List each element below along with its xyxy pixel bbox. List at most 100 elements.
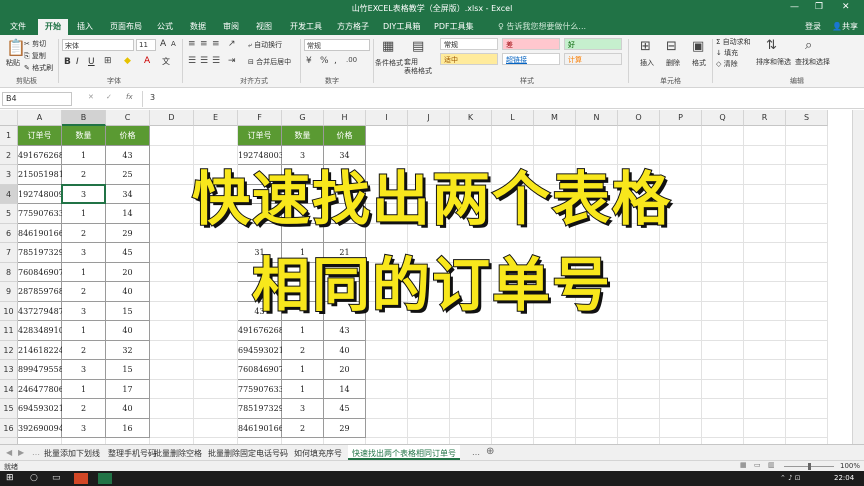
grid-cell[interactable] (150, 184, 194, 204)
grid-cell[interactable] (534, 145, 576, 165)
row-header[interactable]: 14 (0, 379, 18, 399)
table-data-cell[interactable]: 43 (324, 321, 366, 341)
table-data-cell[interactable] (324, 165, 366, 185)
grid-cell[interactable] (534, 184, 576, 204)
table-header-cell[interactable]: 订单号 (238, 126, 282, 146)
grid-cell[interactable] (450, 360, 492, 380)
format-cells-icon[interactable]: ▣ (692, 39, 704, 54)
grid-cell[interactable] (744, 340, 786, 360)
table-data-cell[interactable]: 3 (62, 418, 106, 438)
align-top-icon[interactable]: ≡ (188, 39, 196, 49)
grid-cell[interactable] (150, 204, 194, 224)
grid-cell[interactable] (150, 360, 194, 380)
grid-cell[interactable] (366, 399, 408, 419)
table-data-cell[interactable]: 16 (106, 418, 150, 438)
grid-cell[interactable] (450, 165, 492, 185)
delete-cells-button[interactable]: 删除 (666, 58, 680, 68)
grid-cell[interactable] (492, 165, 534, 185)
comma-icon[interactable]: , (334, 56, 337, 66)
table-data-cell[interactable]: 437279487 (18, 301, 64, 321)
grid-cell[interactable] (194, 243, 238, 263)
grid-cell[interactable] (492, 282, 534, 302)
insert-cells-button[interactable]: 插入 (640, 58, 654, 68)
grid-cell[interactable] (366, 223, 408, 243)
style-calculation[interactable]: 计算 (564, 53, 622, 65)
row-header[interactable]: 5 (0, 204, 18, 224)
table-data-cell[interactable] (238, 165, 282, 185)
grid-cell[interactable] (450, 399, 492, 419)
style-hyperlink[interactable]: 超链接 (502, 53, 560, 65)
table-data-cell[interactable] (238, 204, 282, 224)
grid-cell[interactable] (744, 262, 786, 282)
table-data-cell[interactable] (282, 223, 324, 243)
sheet-tab[interactable]: 批量删除固定电话号码 (208, 445, 288, 460)
grid-cell[interactable] (744, 204, 786, 224)
grid-cell[interactable] (618, 126, 660, 146)
grid-cell[interactable] (744, 418, 786, 438)
grid-cell[interactable] (408, 321, 450, 341)
table-data-cell[interactable]: 40 (106, 399, 150, 419)
grid-cell[interactable] (618, 165, 660, 185)
grid-cell[interactable] (702, 243, 744, 263)
format-painter-button[interactable]: ✎ 格式刷 (24, 63, 53, 73)
more-sheets-icon[interactable]: … (472, 445, 480, 460)
grid-cell[interactable] (660, 184, 702, 204)
grid-cell[interactable] (366, 282, 408, 302)
table-data-cell[interactable]: 2 (62, 165, 106, 185)
table-data-cell[interactable]: 846190166 (238, 418, 284, 438)
font-size-select[interactable]: 11 (136, 39, 156, 51)
grid-cell[interactable] (150, 282, 194, 302)
grid-cell[interactable] (744, 223, 786, 243)
grid-cell[interactable] (786, 282, 828, 302)
grid-cell[interactable] (150, 223, 194, 243)
grid-cell[interactable] (492, 184, 534, 204)
grid-cell[interactable] (702, 262, 744, 282)
grid-cell[interactable] (492, 399, 534, 419)
table-data-cell[interactable]: 40 (106, 282, 150, 302)
grid-cell[interactable] (786, 418, 828, 438)
grid-cell[interactable] (492, 223, 534, 243)
grid-cell[interactable] (366, 126, 408, 146)
grid-cell[interactable] (366, 321, 408, 341)
tab-home[interactable]: 开始 (38, 19, 68, 35)
grid-cell[interactable] (618, 399, 660, 419)
tab-insert[interactable]: 插入 (77, 21, 93, 32)
sheet-tab[interactable]: 批量删除空格 (154, 445, 202, 460)
table-data-cell[interactable]: 43 (106, 145, 150, 165)
grid-cell[interactable] (450, 418, 492, 438)
grid-cell[interactable] (366, 340, 408, 360)
grid-cell[interactable] (702, 165, 744, 185)
select-all-corner[interactable] (0, 110, 18, 126)
table-data-cell[interactable]: 15 (106, 301, 150, 321)
align-bottom-icon[interactable]: ≡ (212, 39, 220, 49)
grid-cell[interactable] (534, 282, 576, 302)
grid-cell[interactable] (618, 418, 660, 438)
column-header[interactable]: K (450, 110, 492, 126)
grid-cell[interactable] (450, 282, 492, 302)
grid-cell[interactable] (194, 360, 238, 380)
grid-cell[interactable] (660, 243, 702, 263)
grid-cell[interactable] (660, 399, 702, 419)
tell-me-box[interactable]: ♀ 告诉我您想要做什么... (498, 21, 586, 32)
grid-cell[interactable] (660, 418, 702, 438)
grid-cell[interactable] (408, 223, 450, 243)
grid-cell[interactable] (576, 340, 618, 360)
grid-cell[interactable] (450, 184, 492, 204)
worksheet-grid[interactable]: A B C D E F G H I J K L M N O P Q R S 1 2 3 4 5 6 7 8 9 10 11 12 13 14 15… (0, 110, 864, 444)
percent-icon[interactable]: % (320, 56, 329, 66)
grid-cell[interactable] (576, 184, 618, 204)
grid-cell[interactable] (408, 282, 450, 302)
grid-cell[interactable] (744, 145, 786, 165)
table-data-cell[interactable]: 192748009 (18, 184, 64, 204)
tab-developer[interactable]: 开发工具 (290, 21, 322, 32)
table-data-cell[interactable] (324, 204, 366, 224)
grid-cell[interactable] (786, 301, 828, 321)
grid-cell[interactable] (150, 321, 194, 341)
table-data-cell[interactable]: 246477806 (18, 379, 64, 399)
column-header[interactable]: B (62, 110, 106, 126)
grid-cell[interactable] (408, 399, 450, 419)
table-data-cell[interactable]: 29 (324, 418, 366, 438)
grid-cell[interactable] (492, 204, 534, 224)
tab-page-layout[interactable]: 页面布局 (110, 21, 142, 32)
sheet-tab[interactable]: 如何填充序号 (294, 445, 342, 460)
